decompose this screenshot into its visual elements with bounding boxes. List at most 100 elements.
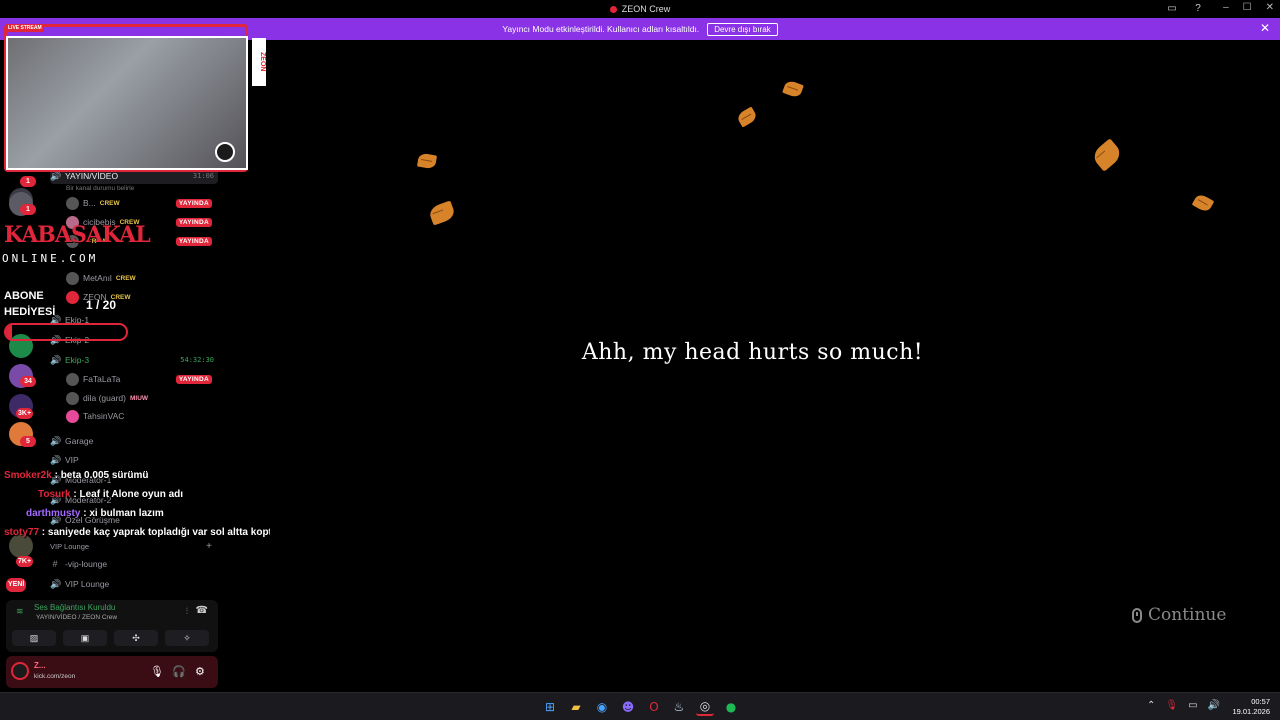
windows-start-icon[interactable]: ⊞ xyxy=(541,698,559,716)
crew-tag: CREW xyxy=(115,274,136,282)
webcam-feed xyxy=(6,36,248,170)
help-icon[interactable]: ? xyxy=(1192,2,1204,14)
avatar[interactable] xyxy=(11,662,29,680)
voice-channel-icon: 🔊 xyxy=(50,435,62,446)
voice-channel-vip[interactable]: 🔊 VIP xyxy=(50,452,218,468)
browser-icon[interactable]: ◉ xyxy=(593,698,611,716)
noise-suppression-icon[interactable]: ⫶ xyxy=(186,606,188,617)
server-badge: 1 xyxy=(20,204,36,215)
taskbar-clock[interactable]: 00:57 19.01.2026 xyxy=(1232,697,1270,717)
server-badge: 34 xyxy=(20,376,36,387)
user-status: kick.com/zeon xyxy=(34,673,76,680)
soundboard-button[interactable]: ✧ xyxy=(165,630,209,646)
game-viewport[interactable]: Ahh, my head hurts so much! Continue xyxy=(270,40,1280,692)
user-panel: Z... kick.com/zeon 🎙 🎧 ⚙ xyxy=(6,656,218,688)
disable-streamer-mode-button[interactable]: Devre dışı bırak xyxy=(707,22,778,36)
chevron-up-icon[interactable]: ⌃ xyxy=(1147,700,1155,711)
chat-message: Smoker2k : beta 0.005 sürümü xyxy=(4,470,149,481)
category-vip-lounge[interactable]: VIP Lounge + xyxy=(50,538,218,554)
avatar xyxy=(66,372,79,386)
discord-icon[interactable]: ☻ xyxy=(619,698,637,716)
inbox-icon[interactable]: ▭ xyxy=(1166,2,1178,14)
sponsor-name: KABASAKAL xyxy=(4,222,151,248)
voice-channel-icon: 🔊 xyxy=(50,170,62,181)
voice-channel-vip-lounge[interactable]: 🔊 VIP Lounge xyxy=(50,576,218,592)
volume-icon[interactable]: 🔊 xyxy=(1208,700,1220,711)
voice-user-row[interactable]: TahsinVAC xyxy=(66,408,216,424)
falling-leaf[interactable] xyxy=(416,152,438,170)
minimize-button[interactable]: – xyxy=(1223,2,1229,13)
chat-text: : saniyede kaç yaprak topladığı var sol … xyxy=(41,527,301,538)
chat-text: : Leaf it Alone oyun adı xyxy=(73,489,184,500)
add-channel-icon[interactable]: + xyxy=(206,541,212,552)
spotify-icon[interactable]: ● xyxy=(722,698,740,716)
voice-user-row[interactable]: B... CREW YAYINDA xyxy=(66,195,216,211)
maximize-button[interactable]: ☐ xyxy=(1243,2,1252,13)
signal-icon[interactable]: ≋ xyxy=(16,606,24,617)
taskbar: ⊞ ▰ ◉ ☻ O ♨ ◎ ● ⌃ 🎙 ▭ 🔊 00:57 19.01.2026 xyxy=(0,692,1280,720)
voice-user-row[interactable]: FaTaLaTa YAYINDA xyxy=(66,371,216,387)
voice-channel-garage[interactable]: 🔊 Garage xyxy=(50,433,218,449)
headphones-icon[interactable]: 🎧 xyxy=(172,665,186,678)
server-badge: 7K+ xyxy=(16,556,34,567)
chat-message: Tosurk : Leaf it Alone oyun adı xyxy=(38,489,183,500)
voice-channel-icon: 🔊 xyxy=(50,578,62,589)
microphone-icon[interactable]: 🎙 xyxy=(150,665,164,678)
obs-icon[interactable]: ◎ xyxy=(696,698,714,716)
avatar xyxy=(66,271,79,285)
channel-name: VIP Lounge xyxy=(65,579,110,589)
chat-text: : beta 0.005 sürümü xyxy=(54,470,149,481)
steam-icon[interactable]: ♨ xyxy=(670,698,688,716)
chat-username: Tosurk xyxy=(38,489,71,500)
sponsor-domain: ONLINE.COM xyxy=(2,252,99,265)
user-name: dila (guard) xyxy=(83,393,126,403)
miuw-tag: MIUW xyxy=(130,394,149,402)
chat-text: : xi bulman lazım xyxy=(83,508,164,519)
falling-leaf[interactable] xyxy=(782,79,804,99)
channel-timer: 54:32:30 xyxy=(180,356,214,364)
opera-icon[interactable]: O xyxy=(645,698,663,716)
sub-gift-label-2: HEDİYESİ xyxy=(4,306,56,318)
channel-name: -vip-lounge xyxy=(65,559,108,569)
user-name: FaTaLaTa xyxy=(83,374,121,384)
screen-share-button[interactable]: ▣ xyxy=(63,630,107,646)
avatar xyxy=(66,196,79,210)
falling-leaf[interactable] xyxy=(735,106,759,128)
user-name: B... xyxy=(83,198,96,208)
file-explorer-icon[interactable]: ▰ xyxy=(567,698,585,716)
channel-name: VIP xyxy=(65,455,79,465)
chat-username: stoty77 xyxy=(4,527,40,538)
falling-leaf[interactable] xyxy=(427,200,457,226)
falling-leaf[interactable] xyxy=(1089,138,1125,172)
continue-button[interactable]: Continue xyxy=(1132,605,1226,625)
voice-user-row[interactable]: dila (guard) MIUW xyxy=(66,390,216,406)
disconnect-icon[interactable]: ☎ xyxy=(196,605,208,616)
chat-username: darthmusty xyxy=(26,508,81,519)
voice-channel-label[interactable]: YAYIN/VİDEO / ZEON Crew xyxy=(36,614,117,621)
voice-channel-ekip3[interactable]: 🔊 Ekip-3 54:32:30 xyxy=(50,352,218,368)
network-icon[interactable]: ▭ xyxy=(1188,700,1197,711)
activities-button[interactable]: ✣ xyxy=(114,630,158,646)
live-tag: YAYINDA xyxy=(175,236,212,246)
new-badge: YENİ xyxy=(6,578,27,592)
live-tag: YAYINDA xyxy=(175,198,212,208)
server-badge: 5 xyxy=(20,436,36,447)
clock-time: 00:57 xyxy=(1251,697,1270,706)
voice-channel-icon: 🔊 xyxy=(50,454,62,465)
settings-gear-icon[interactable]: ⚙ xyxy=(195,665,205,678)
side-brand: ZEON xyxy=(252,38,266,86)
live-stream-badge: LIVE STREAM xyxy=(6,24,44,32)
chat-username: Smoker2k xyxy=(4,470,52,481)
microphone-icon[interactable]: 🎙 xyxy=(1165,700,1178,711)
banner-close-icon[interactable]: ✕ xyxy=(1260,21,1270,35)
dialogue-text: Ahh, my head hurts so much! xyxy=(581,340,924,365)
window-title-bar: ZEON Crew ▭ ? – ☐ ✕ xyxy=(0,0,1280,18)
text-channel-vip-lounge[interactable]: # -vip-lounge xyxy=(50,556,218,572)
voice-user-row[interactable]: MetAnıl CREW xyxy=(66,270,216,286)
close-button[interactable]: ✕ xyxy=(1266,2,1274,13)
camera-off-button[interactable]: ▨ xyxy=(12,630,56,646)
falling-leaf[interactable] xyxy=(1191,192,1215,214)
avatar xyxy=(66,409,79,423)
channel-status[interactable]: Bir kanal durumu belirle xyxy=(66,180,234,196)
banner-text: Yayıncı Modu etkinleştirildi. Kullanıcı … xyxy=(502,24,700,34)
